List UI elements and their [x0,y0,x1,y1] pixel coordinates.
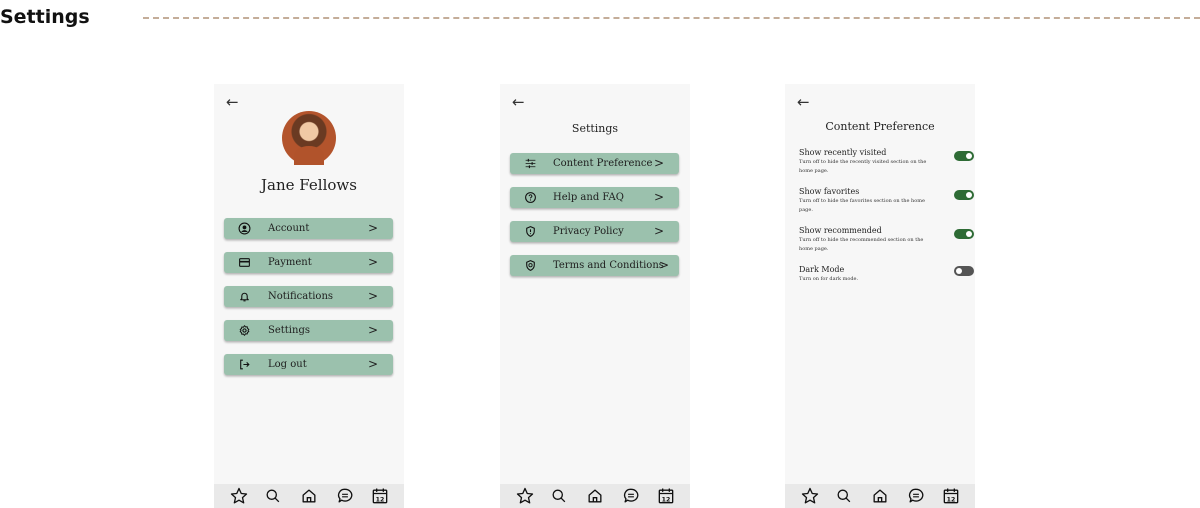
calendar-day: 12 [662,496,671,503]
pref-description: Turn off to hide the recently visited se… [799,159,927,174]
pref-title: Show recently visited [799,148,887,157]
star-icon[interactable] [229,486,249,506]
shield-check-icon [526,260,535,271]
privacy-policy-button[interactable]: Privacy Policy > [510,221,679,242]
tab-bar: 12 [500,484,690,508]
credit-card-icon [239,258,250,267]
profile-screen: ← Jane Fellows Account > Payment > Notif… [214,84,404,508]
chat-icon[interactable] [906,486,926,506]
screen-title: Settings [571,122,619,135]
home-icon[interactable] [299,486,319,506]
terms-button[interactable]: Terms and Conditions > [510,255,679,276]
tab-bar: 12 [214,484,404,508]
help-faq-label: Help and FAQ [553,192,624,203]
logout-label: Log out [268,359,307,370]
star-icon[interactable] [515,486,535,506]
logout-button[interactable]: Log out > [224,354,393,375]
calendar-icon[interactable]: 12 [656,486,676,506]
logout-icon [240,359,250,370]
payment-button[interactable]: Payment > [224,252,393,273]
chevron-right-icon: > [653,190,664,204]
calendar-icon[interactable]: 12 [941,486,961,506]
chevron-right-icon: > [367,255,378,269]
arrow-left-icon[interactable]: ← [512,93,525,111]
user-circle-icon [238,222,251,235]
notifications-label: Notifications [268,291,334,302]
avatar [282,111,336,165]
pref-recently-visited: Show recently visited Turn off to hide t… [799,148,974,176]
home-icon[interactable] [870,486,890,506]
chevron-right-icon: > [658,258,669,272]
privacy-policy-label: Privacy Policy [553,226,624,237]
profile-name: Jane Fellows [261,176,357,194]
chevron-right-icon: > [367,323,378,337]
chevron-right-icon: > [367,357,378,371]
calendar-day: 12 [376,496,385,503]
pref-title: Dark Mode [799,265,845,274]
help-faq-button[interactable]: Help and FAQ > [510,187,679,208]
account-label: Account [268,223,310,234]
tab-bar: 12 [785,484,975,508]
notifications-button[interactable]: Notifications > [224,286,393,307]
chat-icon[interactable] [335,486,355,506]
question-circle-icon [525,192,536,203]
home-icon[interactable] [585,486,605,506]
calendar-icon[interactable]: 12 [370,486,390,506]
calendar-day: 12 [947,496,956,503]
toggle-recently-visited[interactable] [954,151,974,161]
pref-title: Show favorites [799,187,860,196]
star-icon[interactable] [800,486,820,506]
sliders-icon [525,158,536,169]
pref-description: Turn off to hide the recommended section… [799,237,924,252]
pref-description: Turn on for dark mode. [799,276,859,282]
bell-icon [240,292,249,302]
toggle-favorites[interactable] [954,190,974,200]
pref-favorites: Show favorites Turn off to hide the favo… [799,187,974,215]
chevron-right-icon: > [367,221,378,235]
search-icon[interactable] [834,486,854,506]
settings-label: Settings [268,325,310,336]
screen-title: Content Preference [825,120,935,133]
page-title: Settings [0,6,90,28]
pref-dark-mode: Dark Mode Turn on for dark mode. [799,265,974,284]
search-icon[interactable] [549,486,569,506]
chat-icon[interactable] [621,486,641,506]
arrow-left-icon[interactable]: ← [797,93,810,111]
content-preference-label: Content Preference [553,158,653,169]
chevron-right-icon: > [367,289,378,303]
toggle-dark-mode[interactable] [954,266,974,276]
chevron-right-icon: > [653,156,664,170]
content-preference-button[interactable]: Content Preference > [510,153,679,174]
terms-label: Terms and Conditions [553,260,664,271]
settings-button[interactable]: Settings > [224,320,393,341]
pref-title: Show recommended [799,226,882,235]
gear-icon [239,325,250,336]
shield-icon [526,226,535,237]
chevron-right-icon: > [653,224,664,238]
pref-description: Turn off to hide the favorites section o… [799,198,925,213]
pref-recommended: Show recommended Turn off to hide the re… [799,226,974,254]
payment-label: Payment [268,257,312,268]
divider [143,17,1200,19]
content-preference-screen: ← Content Preference Show recently visit… [785,84,975,508]
arrow-left-icon[interactable]: ← [226,93,239,111]
settings-screen: ← Settings Content Preference > Help and… [500,84,690,508]
toggle-recommended[interactable] [954,229,974,239]
search-icon[interactable] [263,486,283,506]
account-button[interactable]: Account > [224,218,393,239]
